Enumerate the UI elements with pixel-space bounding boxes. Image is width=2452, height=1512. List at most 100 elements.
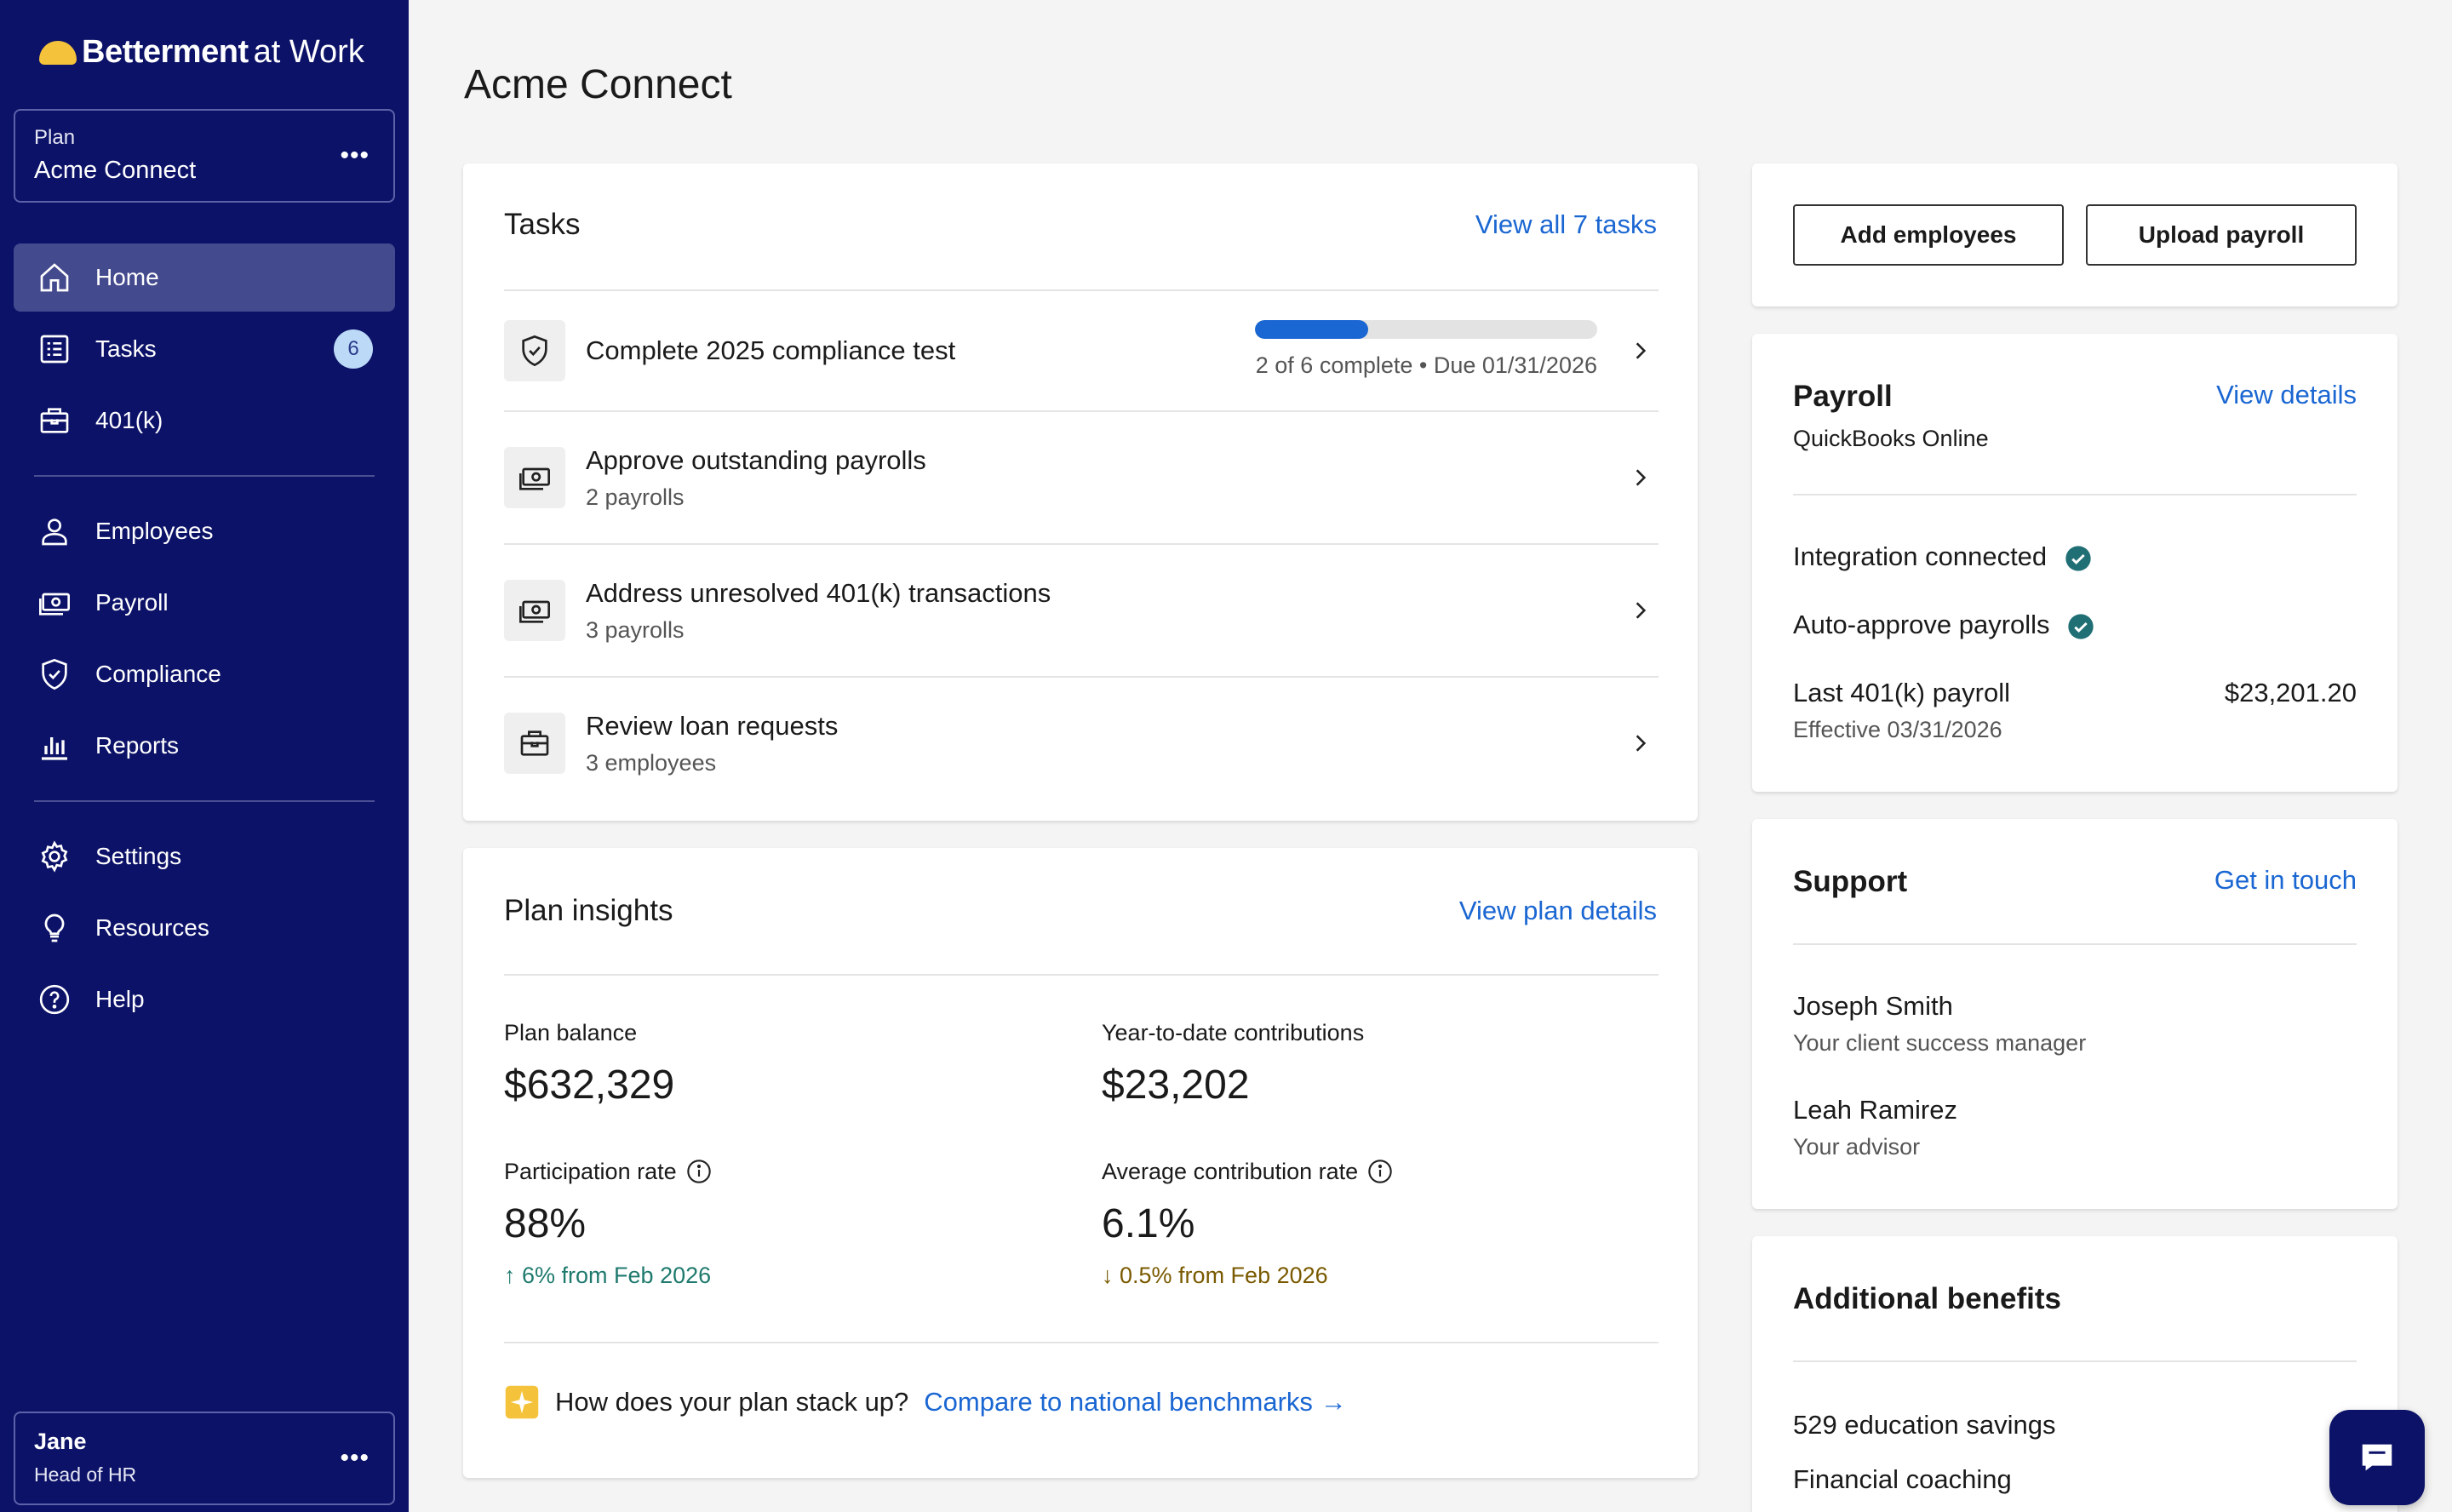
- task-item[interactable]: Approve outstanding payrolls 2 payrolls: [504, 410, 1659, 543]
- sparkle-icon: [505, 1385, 539, 1419]
- tasks-card: Tasks View all 7 tasks Complete 2025 com…: [463, 163, 1698, 821]
- nav-item-payroll[interactable]: Payroll: [14, 569, 395, 637]
- upload-payroll-button[interactable]: Upload payroll: [2086, 204, 2357, 266]
- plan-switcher[interactable]: Plan Acme Connect •••: [14, 109, 395, 203]
- task-icon: [504, 713, 565, 774]
- shield-check-icon: [42, 658, 67, 690]
- nav-item-compliance[interactable]: Compliance: [14, 640, 395, 708]
- nav-item-tasks[interactable]: Tasks 6: [14, 315, 395, 383]
- view-plan-details-link[interactable]: View plan details: [1459, 896, 1657, 926]
- contact-name: Joseph Smith: [1793, 991, 1953, 1021]
- view-all-tasks-link[interactable]: View all 7 tasks: [1475, 209, 1657, 240]
- nav-label-compliance: Compliance: [95, 661, 221, 687]
- avg-contribution-delta: ↓ 0.5% from Feb 2026: [1102, 1263, 1394, 1289]
- nav-item-resources[interactable]: Resources: [14, 894, 395, 962]
- last-payroll: Last 401(k) payroll Effective 03/31/2026: [1793, 678, 2010, 743]
- plan-balance-label: Plan balance: [504, 1020, 638, 1045]
- compare-benchmarks-link[interactable]: Compare to national benchmarks →: [924, 1387, 1346, 1418]
- payroll-heading: Payroll: [1793, 380, 1893, 413]
- nav-label-home: Home: [95, 264, 159, 290]
- nav-label-settings: Settings: [95, 843, 182, 869]
- help-circle-icon: [39, 984, 70, 1015]
- progress-track: [1255, 320, 1597, 339]
- chevron-right-icon: [1636, 342, 1647, 359]
- nav-item-reports[interactable]: Reports: [14, 712, 395, 780]
- more-options-icon[interactable]: •••: [340, 143, 370, 169]
- more-options-icon[interactable]: •••: [340, 1446, 370, 1471]
- plan-balance-metric: Plan balance $632,329: [504, 1020, 674, 1108]
- page-title: Acme Connect: [464, 62, 732, 107]
- nav-item-401k[interactable]: 401(k): [14, 387, 395, 455]
- arrow-up-icon: ↑: [504, 1263, 516, 1288]
- ytd-contributions-metric: Year-to-date contributions $23,202: [1102, 1020, 1364, 1108]
- nav-item-help[interactable]: Help: [14, 965, 395, 1034]
- task-subtitle: 3 employees: [586, 749, 717, 776]
- info-icon[interactable]: [1366, 1158, 1394, 1185]
- add-employees-button[interactable]: Add employees: [1793, 204, 2064, 266]
- contact-role: Your client success manager: [1793, 1030, 2087, 1056]
- plan-switcher-value: Acme Connect: [34, 157, 197, 184]
- support-card: Support Get in touch Joseph Smith Your c…: [1752, 819, 2398, 1209]
- avg-contribution-label: Average contribution rate: [1102, 1158, 1359, 1184]
- benefit-item[interactable]: Financial coaching: [1793, 1464, 2012, 1495]
- divider: [504, 1342, 1659, 1343]
- person-icon: [42, 518, 67, 546]
- plan-switcher-label: Plan: [34, 126, 76, 149]
- money-icon: [39, 593, 70, 616]
- user-menu[interactable]: Jane Head of HR •••: [14, 1412, 395, 1505]
- nav-item-settings[interactable]: Settings: [14, 822, 395, 891]
- betterment-logo-icon: [39, 40, 77, 65]
- participation-rate-metric: Participation rate 88% ↑ 6% from Feb 202…: [504, 1158, 713, 1289]
- task-item[interactable]: Address unresolved 401(k) transactions 3…: [504, 543, 1659, 676]
- task-icon: [504, 320, 565, 381]
- task-item[interactable]: Review loan requests 3 employees: [504, 676, 1659, 809]
- check-circle-icon: [2065, 546, 2091, 571]
- money-icon: [519, 600, 550, 623]
- primary-nav: Home Tasks 6 401(k): [14, 243, 395, 458]
- ytd-contributions-value: $23,202: [1102, 1062, 1250, 1108]
- benefit-item[interactable]: 529 education savings: [1793, 1410, 2056, 1440]
- task-title: Approve outstanding payrolls: [586, 444, 926, 475]
- benchmark-row: How does your plan stack up? Compare to …: [504, 1384, 1347, 1420]
- task-icon: [504, 580, 565, 641]
- auto-approve-text: Auto-approve payrolls: [1793, 610, 2050, 639]
- info-icon[interactable]: [685, 1158, 713, 1185]
- support-heading: Support: [1793, 865, 1908, 898]
- contact-name: Leah Ramirez: [1793, 1095, 1957, 1125]
- avg-contribution-metric: Average contribution rate 6.1% ↓ 0.5% fr…: [1102, 1158, 1394, 1289]
- chat-bubble-icon: [2362, 1444, 2392, 1471]
- tertiary-nav: Settings Resources Help: [14, 822, 395, 1037]
- divider: [1793, 943, 2357, 945]
- nav-item-home[interactable]: Home: [14, 243, 395, 312]
- task-icon: [504, 447, 565, 508]
- ytd-contributions-label: Year-to-date contributions: [1102, 1020, 1365, 1045]
- payroll-provider: QuickBooks Online: [1793, 426, 1989, 451]
- support-contact: Leah Ramirez Your advisor: [1793, 1095, 1957, 1160]
- shield-check-icon: [522, 335, 547, 367]
- gear-icon: [41, 840, 68, 873]
- briefcase-icon: [520, 730, 549, 756]
- integration-status-text: Integration connected: [1793, 541, 2048, 571]
- chat-button[interactable]: [2329, 1410, 2425, 1505]
- payroll-view-details-link[interactable]: View details: [2216, 380, 2357, 410]
- nav-divider: [34, 800, 375, 802]
- brand-logo[interactable]: Betterment at Work: [39, 34, 364, 71]
- task-item[interactable]: Complete 2025 compliance test 2 of 6 com…: [504, 289, 1659, 410]
- task-subtitle: 2 payrolls: [586, 484, 685, 510]
- last-payroll-amount: $23,201.20: [2224, 678, 2357, 707]
- task-title: Complete 2025 compliance test: [586, 335, 956, 365]
- nav-label-help: Help: [95, 986, 145, 1012]
- nav-label-tasks: Tasks: [95, 335, 157, 362]
- progress-fill: [1255, 320, 1368, 339]
- nav-item-employees[interactable]: Employees: [14, 497, 395, 565]
- nav-label-resources: Resources: [95, 914, 209, 941]
- task-title: Address unresolved 401(k) transactions: [586, 577, 1051, 608]
- progress-text: 2 of 6 complete • Due 01/31/2026: [1255, 352, 1597, 378]
- secondary-nav: Employees Payroll Compliance Reports: [14, 497, 395, 783]
- get-in-touch-link[interactable]: Get in touch: [2214, 865, 2357, 896]
- nav-divider: [34, 475, 375, 477]
- contact-role: Your advisor: [1793, 1134, 1921, 1160]
- avg-contribution-delta-text: 0.5% from Feb 2026: [1120, 1263, 1328, 1288]
- tasks-list-icon: [40, 335, 69, 364]
- nav-label-payroll: Payroll: [95, 589, 169, 616]
